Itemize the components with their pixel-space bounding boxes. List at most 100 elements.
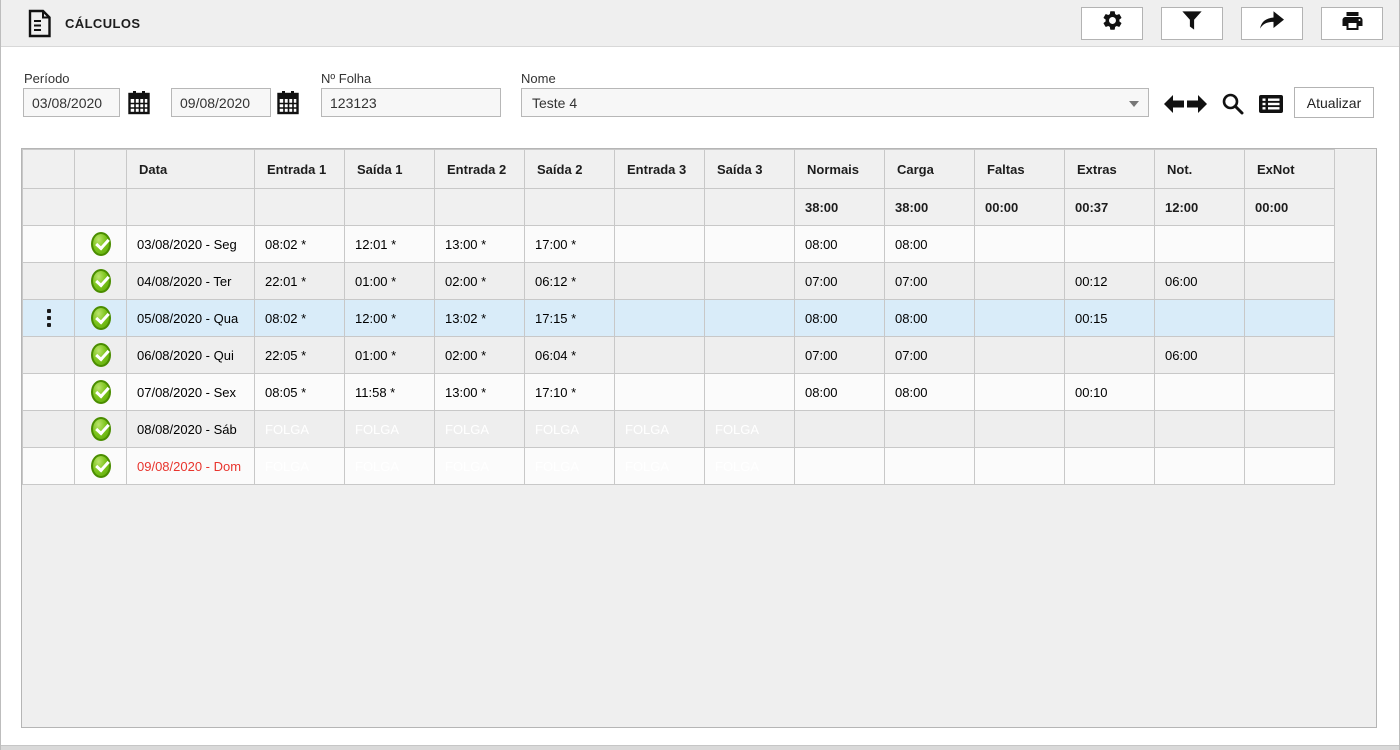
time-cell[interactable]: 01:00 * xyxy=(345,337,435,374)
time-cell[interactable]: 06:04 * xyxy=(525,337,615,374)
kebab-menu-icon[interactable] xyxy=(47,309,51,327)
time-cell[interactable]: 12:01 * xyxy=(345,226,435,263)
chevron-down-icon xyxy=(1129,101,1139,107)
calculations-panel: Data Entrada 1 Saída 1 Entrada 2 Saída 2… xyxy=(21,148,1377,728)
row-status-cell[interactable] xyxy=(75,300,127,337)
row-status-cell[interactable] xyxy=(75,411,127,448)
print-button[interactable] xyxy=(1321,7,1383,40)
calendar-from-icon[interactable] xyxy=(128,90,150,120)
time-cell[interactable] xyxy=(705,226,795,263)
time-cell[interactable]: FOLGA xyxy=(435,448,525,485)
time-cell[interactable] xyxy=(615,374,705,411)
search-icon[interactable] xyxy=(1221,92,1244,115)
time-cell[interactable]: FOLGA xyxy=(525,411,615,448)
date-cell[interactable]: 06/08/2020 - Qui xyxy=(127,337,255,374)
time-cell[interactable]: 06:12 * xyxy=(525,263,615,300)
time-cell[interactable] xyxy=(705,263,795,300)
date-to-input[interactable] xyxy=(171,88,271,117)
time-cell[interactable]: 22:01 * xyxy=(255,263,345,300)
exnot-cell xyxy=(1245,411,1335,448)
bottom-border xyxy=(1,745,1399,750)
carga-cell: 08:00 xyxy=(885,226,975,263)
row-status-cell[interactable] xyxy=(75,226,127,263)
time-cell[interactable]: 13:02 * xyxy=(435,300,525,337)
time-cell[interactable]: 17:10 * xyxy=(525,374,615,411)
not-cell xyxy=(1155,374,1245,411)
nome-label: Nome xyxy=(521,71,556,86)
folha-input[interactable] xyxy=(321,88,501,117)
time-cell[interactable]: 17:15 * xyxy=(525,300,615,337)
calendar-to-icon[interactable] xyxy=(277,90,299,120)
exnot-cell xyxy=(1245,263,1335,300)
time-cell[interactable] xyxy=(615,226,705,263)
atualizar-button[interactable]: Atualizar xyxy=(1294,87,1374,118)
time-cell[interactable] xyxy=(615,337,705,374)
row-status-cell[interactable] xyxy=(75,374,127,411)
share-button[interactable] xyxy=(1241,7,1303,40)
row-status-cell[interactable] xyxy=(75,263,127,300)
date-cell[interactable]: 03/08/2020 - Seg xyxy=(127,226,255,263)
total-not: 12:00 xyxy=(1155,189,1245,226)
time-cell[interactable] xyxy=(705,300,795,337)
row-status-cell[interactable] xyxy=(75,337,127,374)
date-cell[interactable]: 08/08/2020 - Sáb xyxy=(127,411,255,448)
time-cell[interactable]: 02:00 * xyxy=(435,337,525,374)
date-cell[interactable]: 07/08/2020 - Sex xyxy=(127,374,255,411)
time-cell[interactable]: FOLGA xyxy=(525,448,615,485)
time-cell[interactable]: 11:58 * xyxy=(345,374,435,411)
date-cell[interactable]: 05/08/2020 - Qua xyxy=(127,300,255,337)
date-cell[interactable]: 04/08/2020 - Ter xyxy=(127,263,255,300)
not-cell: 06:00 xyxy=(1155,337,1245,374)
exnot-cell xyxy=(1245,448,1335,485)
extras-cell xyxy=(1065,337,1155,374)
date-from-input[interactable] xyxy=(23,88,120,117)
nome-select[interactable]: Teste 4 xyxy=(521,88,1149,117)
carga-cell: 07:00 xyxy=(885,263,975,300)
time-cell[interactable] xyxy=(615,300,705,337)
time-cell[interactable]: FOLGA xyxy=(615,448,705,485)
table-body: 03/08/2020 - Seg08:02 *12:01 *13:00 *17:… xyxy=(23,226,1335,485)
time-cell[interactable]: 13:00 * xyxy=(435,226,525,263)
time-cell[interactable]: FOLGA xyxy=(345,411,435,448)
row-menu-cell xyxy=(23,448,75,485)
time-cell[interactable]: FOLGA xyxy=(255,448,345,485)
time-cell[interactable]: FOLGA xyxy=(345,448,435,485)
time-cell[interactable]: 01:00 * xyxy=(345,263,435,300)
time-cell[interactable]: 08:02 * xyxy=(255,300,345,337)
time-cell[interactable]: 08:05 * xyxy=(255,374,345,411)
check-icon[interactable] xyxy=(91,306,111,330)
col-saida3: Saída 3 xyxy=(705,150,795,189)
filter-button[interactable] xyxy=(1161,7,1223,40)
time-cell[interactable]: 13:00 * xyxy=(435,374,525,411)
total-normais: 38:00 xyxy=(795,189,885,226)
time-cell[interactable]: FOLGA xyxy=(705,411,795,448)
check-icon[interactable] xyxy=(91,380,111,404)
check-icon[interactable] xyxy=(91,343,111,367)
settings-button[interactable] xyxy=(1081,7,1143,40)
total-extras: 00:37 xyxy=(1065,189,1155,226)
row-status-cell[interactable] xyxy=(75,448,127,485)
prev-arrow-icon[interactable] xyxy=(1164,94,1184,114)
row-menu-cell[interactable] xyxy=(23,300,75,337)
check-icon[interactable] xyxy=(91,232,111,256)
time-cell[interactable] xyxy=(705,337,795,374)
time-cell[interactable]: FOLGA xyxy=(255,411,345,448)
time-cell[interactable]: 02:00 * xyxy=(435,263,525,300)
time-cell[interactable]: 08:02 * xyxy=(255,226,345,263)
time-cell[interactable]: FOLGA xyxy=(435,411,525,448)
check-icon[interactable] xyxy=(91,269,111,293)
time-cell[interactable]: FOLGA xyxy=(705,448,795,485)
date-cell[interactable]: 09/08/2020 - Dom xyxy=(127,448,255,485)
time-cell[interactable]: 17:00 * xyxy=(525,226,615,263)
time-cell[interactable] xyxy=(615,263,705,300)
col-data: Data xyxy=(127,150,255,189)
time-cell[interactable]: 12:00 * xyxy=(345,300,435,337)
time-cell[interactable]: 22:05 * xyxy=(255,337,345,374)
check-icon[interactable] xyxy=(91,454,111,478)
list-view-icon[interactable] xyxy=(1258,94,1284,114)
check-icon[interactable] xyxy=(91,417,111,441)
time-cell[interactable] xyxy=(705,374,795,411)
next-arrow-icon[interactable] xyxy=(1187,94,1207,114)
not-cell xyxy=(1155,448,1245,485)
time-cell[interactable]: FOLGA xyxy=(615,411,705,448)
